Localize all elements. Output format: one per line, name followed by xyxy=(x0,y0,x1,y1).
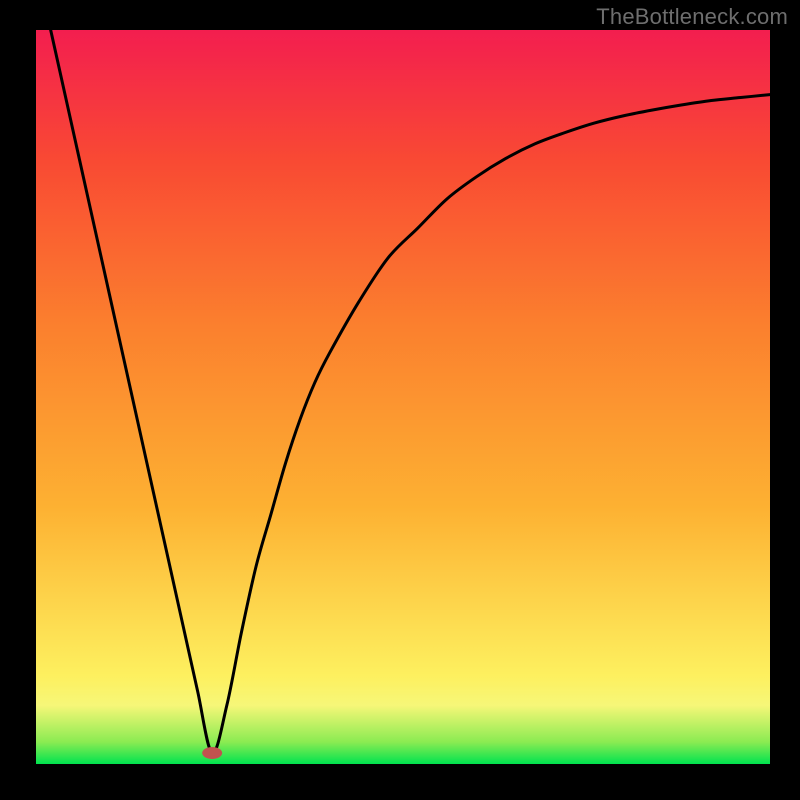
chart-svg xyxy=(36,30,770,764)
marker-dot xyxy=(202,747,222,759)
watermark-label: TheBottleneck.com xyxy=(596,4,788,30)
gradient-background xyxy=(36,30,770,764)
plot-area xyxy=(36,30,770,764)
chart-frame: TheBottleneck.com xyxy=(0,0,800,800)
